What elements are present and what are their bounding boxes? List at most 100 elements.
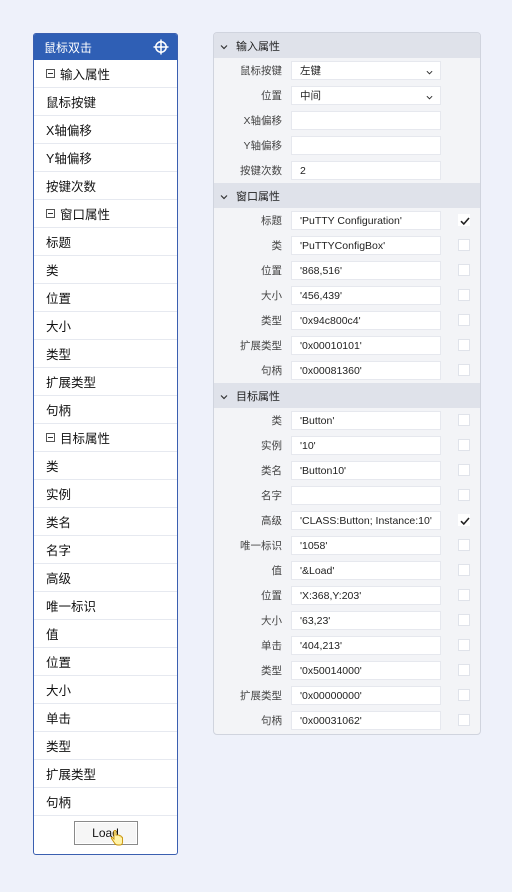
property-name-item[interactable]: 句柄	[34, 396, 177, 424]
include-checkbox[interactable]	[458, 689, 470, 701]
property-label: 唯一标识	[240, 540, 282, 552]
property-row: X轴偏移	[214, 108, 480, 133]
property-input[interactable]: 'CLASS:Button; Instance:10'	[291, 511, 441, 530]
property-row: 句柄 '0x00031062'	[214, 708, 480, 733]
property-name-item[interactable]: 类型	[34, 340, 177, 368]
include-checkbox[interactable]	[458, 464, 470, 476]
group-row[interactable]: 窗口属性	[34, 200, 177, 228]
property-name-list: 输入属性 鼠标按键 X轴偏移 Y轴偏移 按键次数 窗口属性 标题类位置 大小 类型 扩展类型 句柄目…	[34, 60, 177, 816]
property-name-label: 类型	[46, 348, 72, 362]
property-input[interactable]: '1058'	[291, 536, 441, 555]
section-header[interactable]: 输入属性	[214, 33, 480, 58]
property-input[interactable]: '0x00031062'	[291, 711, 441, 730]
property-value: '0x50014000'	[300, 664, 362, 677]
property-input[interactable]: '404,213'	[291, 636, 441, 655]
crosshair-icon[interactable]	[153, 39, 169, 55]
property-input[interactable]: '0x50014000'	[291, 661, 441, 680]
property-input[interactable]	[291, 111, 441, 130]
include-checkbox[interactable]	[458, 539, 470, 551]
property-input[interactable]: 2	[291, 161, 441, 180]
property-value: 左键	[300, 65, 321, 77]
property-input[interactable]: 'Button10'	[291, 461, 441, 480]
property-name-label: 句柄	[46, 796, 72, 810]
include-checkbox[interactable]	[458, 289, 470, 301]
property-value: '404,213'	[300, 639, 342, 652]
chevron-down-icon[interactable]	[426, 67, 433, 75]
collapse-box-icon[interactable]	[46, 433, 55, 442]
property-name-item[interactable]: 类	[34, 256, 177, 284]
include-checkbox[interactable]	[458, 639, 470, 651]
property-input[interactable]: '456,439'	[291, 286, 441, 305]
property-name-item[interactable]: 实例	[34, 480, 177, 508]
property-name-item[interactable]: 按键次数	[34, 172, 177, 200]
property-name-item[interactable]: 值	[34, 620, 177, 648]
property-input[interactable]: '&Load'	[291, 561, 441, 580]
collapse-box-icon[interactable]	[46, 69, 55, 78]
load-button[interactable]: Load	[73, 821, 138, 846]
property-row: Y轴偏移	[214, 133, 480, 158]
checkmark-icon[interactable]	[458, 214, 470, 226]
property-input[interactable]: 'PuTTYConfigBox'	[291, 236, 441, 255]
group-row[interactable]: 目标属性	[34, 424, 177, 452]
property-select[interactable]: 中间	[291, 86, 441, 105]
property-select[interactable]: 左键	[291, 61, 441, 80]
include-checkbox[interactable]	[458, 589, 470, 601]
left-footer: Load	[34, 812, 177, 854]
property-input[interactable]: 'Button'	[291, 411, 441, 430]
property-name-item[interactable]: 大小	[34, 312, 177, 340]
include-checkbox[interactable]	[458, 564, 470, 576]
property-name-item[interactable]: 类名	[34, 508, 177, 536]
property-input[interactable]	[291, 136, 441, 155]
chevron-down-icon[interactable]	[426, 92, 433, 100]
property-input[interactable]: '868,516'	[291, 261, 441, 280]
property-name-item[interactable]: 标题	[34, 228, 177, 256]
property-name-item[interactable]: 高级	[34, 564, 177, 592]
property-row: 类型 '0x94c800c4'	[214, 308, 480, 333]
chevron-down-icon[interactable]	[220, 392, 228, 400]
property-value: 'PuTTY Configuration'	[300, 214, 402, 227]
group-row[interactable]: 输入属性	[34, 60, 177, 88]
property-name-item[interactable]: X轴偏移	[34, 116, 177, 144]
property-input[interactable]: '0x00081360'	[291, 361, 441, 380]
property-name-item[interactable]: 大小	[34, 676, 177, 704]
property-row: 标题 'PuTTY Configuration'	[214, 208, 480, 233]
property-name-item[interactable]: 唯一标识	[34, 592, 177, 620]
include-checkbox[interactable]	[458, 414, 470, 426]
property-row: 类 'Button'	[214, 408, 480, 433]
property-input[interactable]	[291, 486, 441, 505]
property-name-item[interactable]: 位置	[34, 284, 177, 312]
property-name-item[interactable]: 单击	[34, 704, 177, 732]
include-checkbox[interactable]	[458, 264, 470, 276]
property-name-item[interactable]: Y轴偏移	[34, 144, 177, 172]
property-input[interactable]: '10'	[291, 436, 441, 455]
chevron-down-icon[interactable]	[220, 42, 228, 50]
property-input[interactable]: '0x94c800c4'	[291, 311, 441, 330]
property-input[interactable]: 'PuTTY Configuration'	[291, 211, 441, 230]
property-name-item[interactable]: 扩展类型	[34, 760, 177, 788]
property-name-item[interactable]: 位置	[34, 648, 177, 676]
include-checkbox[interactable]	[458, 439, 470, 451]
include-checkbox[interactable]	[458, 664, 470, 676]
property-name-item[interactable]: 类	[34, 452, 177, 480]
action-header[interactable]: 鼠标双击	[34, 34, 177, 60]
checkmark-icon[interactable]	[458, 514, 470, 526]
collapse-box-icon[interactable]	[46, 209, 55, 218]
property-name-item[interactable]: 鼠标按键	[34, 88, 177, 116]
include-checkbox[interactable]	[458, 364, 470, 376]
section-header[interactable]: 窗口属性	[214, 183, 480, 208]
property-name-item[interactable]: 名字	[34, 536, 177, 564]
include-checkbox[interactable]	[458, 614, 470, 626]
include-checkbox[interactable]	[458, 714, 470, 726]
property-input[interactable]: '63,23'	[291, 611, 441, 630]
property-name-item[interactable]: 类型	[34, 732, 177, 760]
include-checkbox[interactable]	[458, 239, 470, 251]
property-input[interactable]: '0x00010101'	[291, 336, 441, 355]
include-checkbox[interactable]	[458, 489, 470, 501]
include-checkbox[interactable]	[458, 314, 470, 326]
property-input[interactable]: 'X:368,Y:203'	[291, 586, 441, 605]
include-checkbox[interactable]	[458, 339, 470, 351]
property-input[interactable]: '0x00000000'	[291, 686, 441, 705]
property-name-item[interactable]: 扩展类型	[34, 368, 177, 396]
section-header[interactable]: 目标属性	[214, 383, 480, 408]
chevron-down-icon[interactable]	[220, 192, 228, 200]
